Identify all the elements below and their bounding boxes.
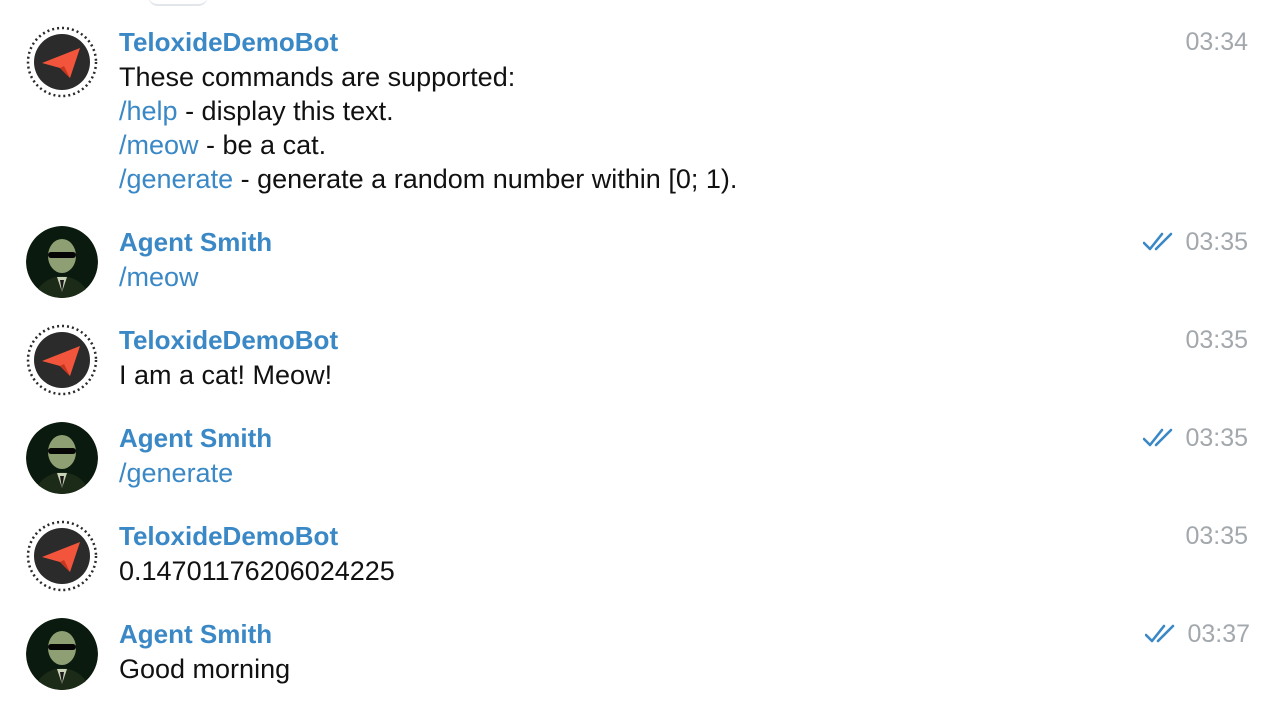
- message-time: 03:35: [1185, 326, 1248, 354]
- double-check-icon: [1145, 624, 1175, 643]
- message-meta: 03:35: [1143, 226, 1248, 258]
- teloxide-logo-icon: [26, 520, 98, 592]
- command-description: - be a cat.: [198, 130, 327, 160]
- message-meta: 03:35: [1185, 324, 1248, 356]
- teloxide-logo-icon: [26, 324, 98, 396]
- sender-name[interactable]: TeloxideDemoBot: [119, 26, 338, 58]
- text-line: 0.14701176206024225: [119, 556, 395, 586]
- bot-avatar[interactable]: [26, 324, 98, 396]
- agent-smith-avatar-icon: [26, 226, 98, 298]
- message-time: 03:35: [1185, 228, 1248, 256]
- sender-name[interactable]: TeloxideDemoBot: [119, 324, 338, 356]
- message-time: 03:35: [1185, 522, 1248, 550]
- message-meta: 03:34: [1185, 26, 1248, 58]
- message-text: /generate: [119, 456, 233, 490]
- message-time: 03:34: [1185, 28, 1248, 56]
- sender-name[interactable]: Agent Smith: [119, 618, 272, 650]
- teloxide-logo-icon: [26, 26, 98, 98]
- message-meta: 03:35: [1185, 520, 1248, 552]
- message-time: 03:35: [1185, 424, 1248, 452]
- command-link-help[interactable]: /help: [119, 96, 178, 126]
- text-line: These commands are supported:: [119, 62, 516, 92]
- message-text: 0.14701176206024225: [119, 554, 395, 588]
- command-line: /meow - be a cat.: [119, 128, 737, 162]
- message-time: 03:37: [1187, 620, 1250, 648]
- user-avatar[interactable]: [26, 226, 98, 298]
- command-description: - display this text.: [177, 96, 394, 126]
- message-text: I am a cat! Meow!: [119, 358, 332, 392]
- sender-name[interactable]: Agent Smith: [119, 226, 272, 258]
- bot-avatar[interactable]: [26, 26, 98, 98]
- message-text: These commands are supported: /help - di…: [119, 60, 737, 196]
- agent-smith-avatar-icon: [26, 618, 98, 690]
- command-link-generate[interactable]: /generate: [119, 164, 233, 194]
- user-avatar[interactable]: [26, 618, 98, 690]
- command-link-generate[interactable]: /generate: [119, 456, 233, 490]
- command-description: - generate a random number within [0; 1)…: [233, 164, 738, 194]
- command-link-meow[interactable]: /meow: [119, 130, 199, 160]
- command-line: /generate - generate a random number wit…: [119, 162, 737, 196]
- text-line: Good morning: [119, 654, 291, 684]
- text-line: I am a cat! Meow!: [119, 360, 333, 390]
- sender-name[interactable]: TeloxideDemoBot: [119, 520, 338, 552]
- message-text: Good morning: [119, 652, 290, 686]
- command-line: /help - display this text.: [119, 94, 737, 128]
- message-meta: 03:37: [1145, 618, 1250, 650]
- bot-avatar[interactable]: [26, 520, 98, 592]
- message-meta: 03:35: [1143, 422, 1248, 454]
- chat-history[interactable]: TeloxideDemoBot 03:34 These commands are…: [0, 0, 1282, 708]
- double-check-icon: [1143, 428, 1173, 447]
- sender-name[interactable]: Agent Smith: [119, 422, 272, 454]
- command-link-meow[interactable]: /meow: [119, 260, 199, 294]
- message-text: /meow: [119, 260, 199, 294]
- double-check-icon: [1143, 232, 1173, 251]
- user-avatar[interactable]: [26, 422, 98, 494]
- agent-smith-avatar-icon: [26, 422, 98, 494]
